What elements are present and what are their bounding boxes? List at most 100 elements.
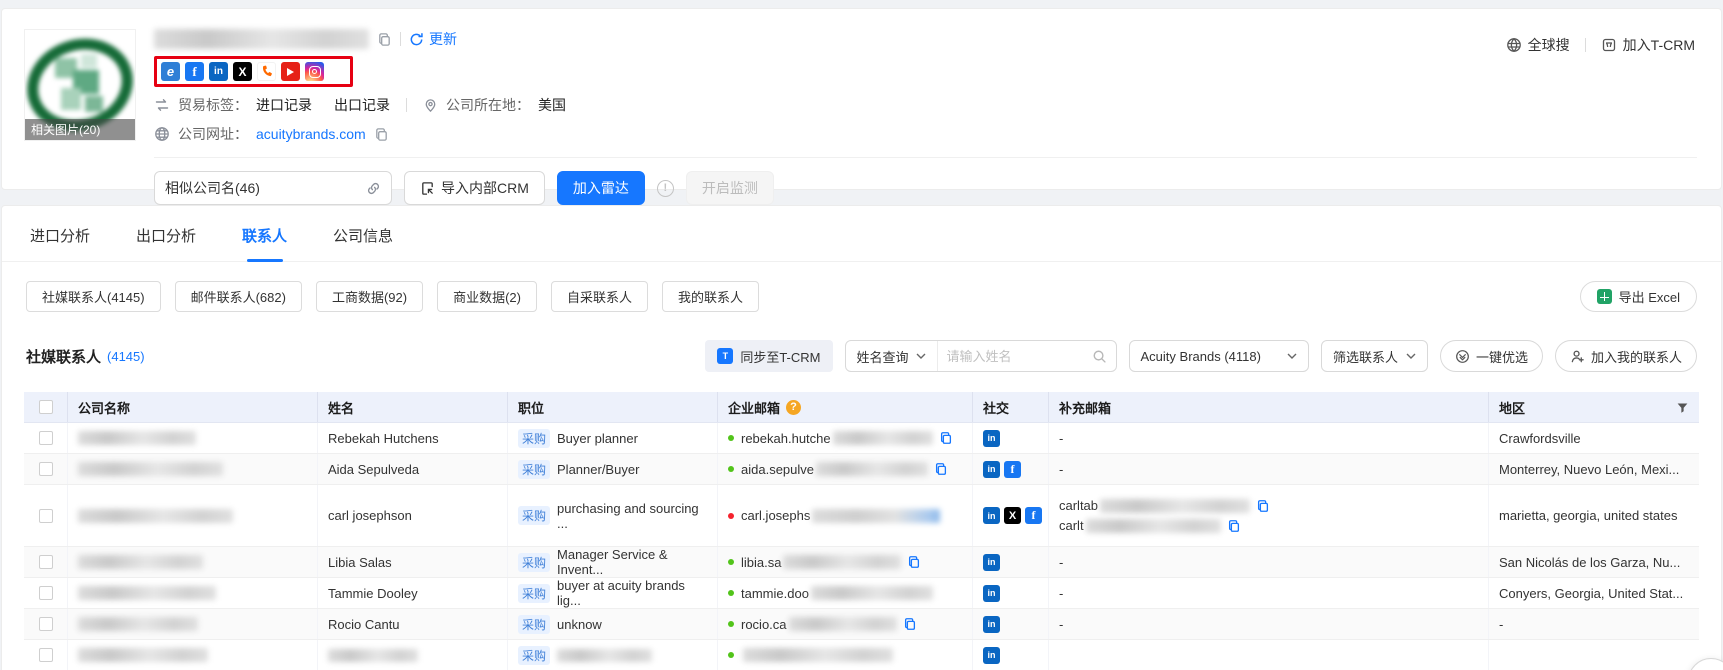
website-link[interactable]: acuitybrands.com bbox=[256, 126, 366, 142]
linkedin-icon[interactable] bbox=[983, 585, 1000, 602]
tab-export-analysis[interactable]: 出口分析 bbox=[136, 225, 196, 261]
subtab-my-contacts[interactable]: 我的联系人 bbox=[662, 281, 759, 312]
copy-icon[interactable] bbox=[907, 555, 921, 569]
row-checkbox[interactable] bbox=[39, 648, 53, 662]
one-click-select-button[interactable]: 一键优选 bbox=[1440, 340, 1543, 372]
region: Conyers, Georgia, United Stat... bbox=[1489, 578, 1699, 608]
purchase-badge: 采购 bbox=[518, 646, 550, 665]
row-checkbox[interactable] bbox=[39, 509, 53, 523]
name-query-dropdown[interactable]: 姓名查询 bbox=[846, 341, 938, 371]
global-search-button[interactable]: 全球搜 bbox=[1506, 35, 1570, 55]
extra-email: - bbox=[1049, 609, 1489, 639]
table-row[interactable]: carl josephson 采购purchasing and sourcing… bbox=[24, 485, 1699, 547]
globe-icon bbox=[154, 126, 170, 142]
table-row[interactable]: 采购 bbox=[24, 640, 1699, 670]
chevron-down-icon bbox=[1287, 353, 1297, 359]
website-label: 公司网址： bbox=[178, 124, 248, 144]
row-checkbox[interactable] bbox=[39, 555, 53, 569]
related-images-badge[interactable]: 相关图片(20) bbox=[25, 119, 135, 140]
filter-contacts-dropdown[interactable]: 筛选联系人 bbox=[1321, 340, 1428, 372]
copy-icon[interactable] bbox=[939, 431, 953, 445]
table-row[interactable]: Aida Sepulveda 采购Planner/Buyer aida.sepu… bbox=[24, 454, 1699, 485]
company-logo[interactable]: 相关图片(20) bbox=[24, 29, 136, 141]
row-checkbox[interactable] bbox=[39, 431, 53, 445]
row-checkbox[interactable] bbox=[39, 462, 53, 476]
person-add-icon bbox=[1570, 349, 1585, 364]
copy-icon[interactable] bbox=[377, 32, 392, 47]
col-header-extra-email: 补充邮箱 bbox=[1049, 392, 1489, 422]
email-prefix: libia.sa bbox=[741, 555, 781, 570]
company-name-redacted bbox=[78, 431, 196, 445]
copy-icon[interactable] bbox=[934, 462, 948, 476]
tab-contacts[interactable]: 联系人 bbox=[242, 225, 287, 261]
select-all-checkbox[interactable] bbox=[39, 400, 53, 414]
table-row[interactable]: Rocio Cantu 采购unknow rocio.ca - - bbox=[24, 609, 1699, 640]
x-twitter-icon[interactable] bbox=[1004, 507, 1021, 524]
info-icon[interactable]: ! bbox=[657, 180, 674, 197]
phone-icon[interactable] bbox=[257, 62, 276, 81]
add-radar-button[interactable]: 加入雷达 bbox=[557, 171, 645, 205]
job-title: Buyer planner bbox=[557, 431, 638, 446]
job-title-redacted bbox=[557, 649, 652, 662]
facebook-icon[interactable] bbox=[185, 62, 204, 81]
linkedin-icon[interactable] bbox=[983, 461, 1000, 478]
copy-icon[interactable] bbox=[903, 617, 917, 631]
copy-icon[interactable] bbox=[374, 127, 389, 142]
x-twitter-icon[interactable] bbox=[233, 62, 252, 81]
table-row[interactable]: Libia Salas 采购Manager Service & Invent..… bbox=[24, 547, 1699, 578]
divider bbox=[154, 157, 1697, 158]
region: marietta, georgia, united states bbox=[1489, 485, 1699, 546]
contact-name: Tammie Dooley bbox=[318, 578, 508, 608]
similar-companies-dropdown[interactable]: 相似公司名(46) bbox=[154, 171, 392, 205]
company-filter-select[interactable]: Acuity Brands (4118) bbox=[1129, 340, 1309, 372]
tab-company-info[interactable]: 公司信息 bbox=[333, 225, 393, 261]
tab-import-analysis[interactable]: 进口分析 bbox=[30, 225, 90, 261]
import-internal-crm-button[interactable]: 导入内部CRM bbox=[404, 171, 545, 205]
sync-to-tcrm-button[interactable]: 同步至T-CRM bbox=[705, 340, 832, 372]
table-row[interactable]: Tammie Dooley 采购buyer at acuity brands l… bbox=[24, 578, 1699, 609]
trade-tag-import-records[interactable]: 进口记录 bbox=[256, 95, 312, 115]
social-links-highlight-box bbox=[154, 56, 353, 87]
join-tcrm-button[interactable]: 加入T-CRM bbox=[1601, 35, 1695, 55]
copy-icon[interactable] bbox=[1227, 519, 1241, 533]
join-tcrm-label: 加入T-CRM bbox=[1623, 35, 1695, 55]
subtab-social-contacts[interactable]: 社媒联系人(4145) bbox=[26, 281, 161, 312]
subtab-commercial-data[interactable]: 商业数据(2) bbox=[437, 281, 537, 312]
linkedin-icon[interactable] bbox=[209, 62, 228, 81]
name-search-input[interactable] bbox=[938, 349, 1090, 364]
start-monitoring-button[interactable]: 开启监测 bbox=[686, 171, 774, 205]
email-help-icon[interactable] bbox=[786, 400, 801, 415]
search-icon[interactable] bbox=[1090, 349, 1116, 364]
export-excel-label: 导出 Excel bbox=[1619, 287, 1680, 306]
email-redacted bbox=[783, 555, 901, 569]
youtube-icon[interactable] bbox=[281, 62, 300, 81]
internet-explorer-icon[interactable] bbox=[161, 62, 180, 81]
row-checkbox[interactable] bbox=[39, 617, 53, 631]
add-radar-label: 加入雷达 bbox=[573, 178, 629, 198]
facebook-icon[interactable] bbox=[1004, 461, 1021, 478]
instagram-icon[interactable] bbox=[305, 62, 324, 81]
linkedin-icon[interactable] bbox=[983, 554, 1000, 571]
update-button[interactable]: 更新 bbox=[409, 29, 457, 49]
company-name-redacted bbox=[78, 555, 203, 569]
filter-funnel-icon[interactable] bbox=[1676, 401, 1689, 414]
linkedin-icon[interactable] bbox=[983, 616, 1000, 633]
linkedin-icon[interactable] bbox=[983, 430, 1000, 447]
trade-tag-export-records[interactable]: 出口记录 bbox=[334, 95, 390, 115]
subtab-self-collected[interactable]: 自采联系人 bbox=[551, 281, 648, 312]
subtab-email-contacts[interactable]: 邮件联系人(682) bbox=[175, 281, 302, 312]
subtab-business-registration[interactable]: 工商数据(92) bbox=[316, 281, 423, 312]
col-header-company: 公司名称 bbox=[68, 392, 318, 422]
linkedin-icon[interactable] bbox=[983, 647, 1000, 664]
contact-name: Rocio Cantu bbox=[318, 609, 508, 639]
email-prefix: rebekah.hutche bbox=[741, 431, 831, 446]
add-my-contacts-button[interactable]: 加入我的联系人 bbox=[1555, 340, 1697, 372]
linkedin-icon[interactable] bbox=[983, 507, 1000, 524]
copy-icon[interactable] bbox=[1256, 499, 1270, 513]
table-row[interactable]: Rebekah Hutchens 采购Buyer planner rebekah… bbox=[24, 423, 1699, 454]
contact-name: carl josephson bbox=[318, 485, 508, 546]
export-excel-button[interactable]: 导出 Excel bbox=[1580, 281, 1697, 312]
col-header-region: 地区 bbox=[1489, 392, 1699, 422]
row-checkbox[interactable] bbox=[39, 586, 53, 600]
facebook-icon[interactable] bbox=[1025, 507, 1042, 524]
